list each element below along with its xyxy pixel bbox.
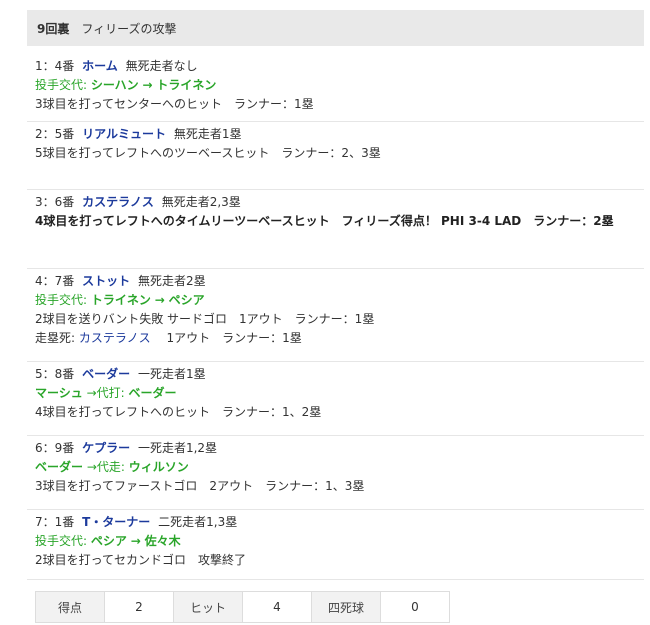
situation: 一死走者1,2塁 [137,441,218,455]
list-item: 1：4番 ホーム 無死走者なし 投手交代: シーハン → トライネン 3球目を打… [27,54,644,122]
situation: 無死走者なし [125,59,198,73]
runs-value: 2 [104,591,174,623]
play-result-scoring: 4球目を打ってレフトへのタイムリーツーベースヒット フィリーズ得点！ PHI 3… [35,214,614,228]
list-item: 6：9番 ケプラー 一死走者1,2塁 ベーダー →代走: ウィルソン 3球目を打… [27,436,644,510]
batter-name[interactable]: ストット [82,274,130,288]
inning-label: 9回裏 [37,21,70,36]
substitution: マーシュ →代打: ベーダー [35,386,177,400]
hits-label: ヒット [173,591,243,623]
play-result: 5球目を打ってレフトへのツーベースヒット ランナー：2、3塁 [35,146,381,160]
substitution: 投手交代: シーハン → トライネン [35,78,217,92]
batter-name[interactable]: ケプラー [82,441,130,455]
batter-order: 6：9番 [35,441,75,455]
play-result: 2球目を打ってセカンドゴロ 攻撃終了 [35,553,247,567]
play-result: 3球目を打ってセンターへのヒット ランナー：1塁 [35,97,314,111]
situation: 無死走者2,3塁 [161,195,241,209]
batter-order: 5：8番 [35,367,75,381]
batter-name[interactable]: リアルミュート [82,127,166,141]
runs-label: 得点 [35,591,105,623]
baserunning-out: 走塁死: カステラノス 1アウト ランナー：1塁 [35,331,302,345]
batter-order: 1：4番 [35,59,75,73]
situation: 二死走者1,3塁 [158,515,238,529]
batter-order: 4：7番 [35,274,75,288]
batter-order: 2：5番 [35,127,75,141]
walks-value: 0 [380,591,450,623]
batter-name[interactable]: T・ターナー [82,515,150,529]
list-item: 7：1番 T・ターナー 二死走者1,3塁 投手交代: ペシア → 佐々木 2球目… [27,510,644,580]
substitution: ベーダー →代走: ウィルソン [35,460,189,474]
situation: 無死走者1塁 [173,127,242,141]
situation: 一死走者1塁 [137,367,206,381]
list-item: 4：7番 ストット 無死走者2塁 投手交代: トライネン → ペシア 2球目を送… [27,269,644,362]
play-by-play-panel: 9回裏 フィリーズの攻撃 1：4番 ホーム 無死走者なし 投手交代: シーハン … [27,10,644,580]
play-result: 2球目を送りバント失敗 サードゴロ 1アウト ランナー：1塁 [35,312,375,326]
substitution: 投手交代: トライネン → ペシア [35,293,205,307]
situation: 無死走者2塁 [137,274,206,288]
batter-order: 3：6番 [35,195,75,209]
event-list: 1：4番 ホーム 無死走者なし 投手交代: シーハン → トライネン 3球目を打… [27,54,644,580]
substitution: 投手交代: ペシア → 佐々木 [35,534,181,548]
list-item: 2：5番 リアルミュート 無死走者1塁 5球目を打ってレフトへのツーベースヒット… [27,122,644,190]
batter-name[interactable]: カステラノス [82,195,154,209]
walks-label: 四死球 [311,591,381,623]
inning-stats-table: 得点 2 ヒット 4 四死球 0 [35,591,450,623]
inning-title: フィリーズの攻撃 [81,21,177,36]
runner-name[interactable]: カステラノス [79,331,151,345]
inning-header: 9回裏 フィリーズの攻撃 [27,10,644,46]
batter-order: 7：1番 [35,515,75,529]
hits-value: 4 [242,591,312,623]
play-result: 4球目を打ってレフトへのヒット ランナー：1、2塁 [35,405,322,419]
batter-name[interactable]: ベーダー [82,367,130,381]
batter-name[interactable]: ホーム [82,59,118,73]
list-item: 3：6番 カステラノス 無死走者2,3塁 4球目を打ってレフトへのタイムリーツー… [27,190,644,269]
play-result: 3球目を打ってファーストゴロ 2アウト ランナー：1、3塁 [35,479,365,493]
list-item: 5：8番 ベーダー 一死走者1塁 マーシュ →代打: ベーダー 4球目を打ってレ… [27,362,644,436]
